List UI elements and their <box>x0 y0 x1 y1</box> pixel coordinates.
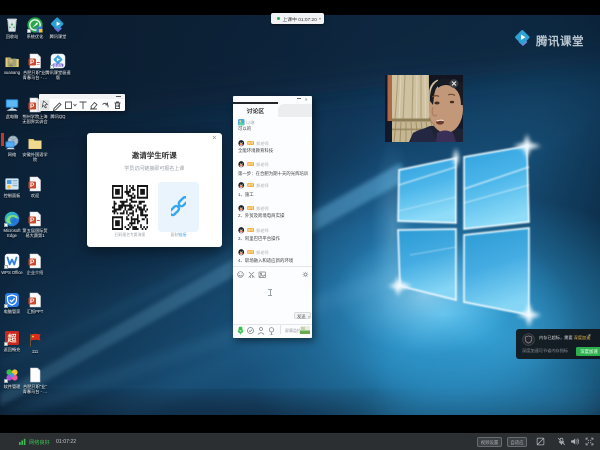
svg-text:极速版: 极速版 <box>54 63 63 67</box>
svg-text:P: P <box>30 182 35 189</box>
svg-text:超: 超 <box>6 333 17 344</box>
svg-text:P: P <box>30 259 35 266</box>
svg-text:P: P <box>30 59 35 66</box>
svg-text:P: P <box>30 298 35 305</box>
svg-text:P: P <box>30 217 35 224</box>
svg-text:P: P <box>30 103 35 110</box>
